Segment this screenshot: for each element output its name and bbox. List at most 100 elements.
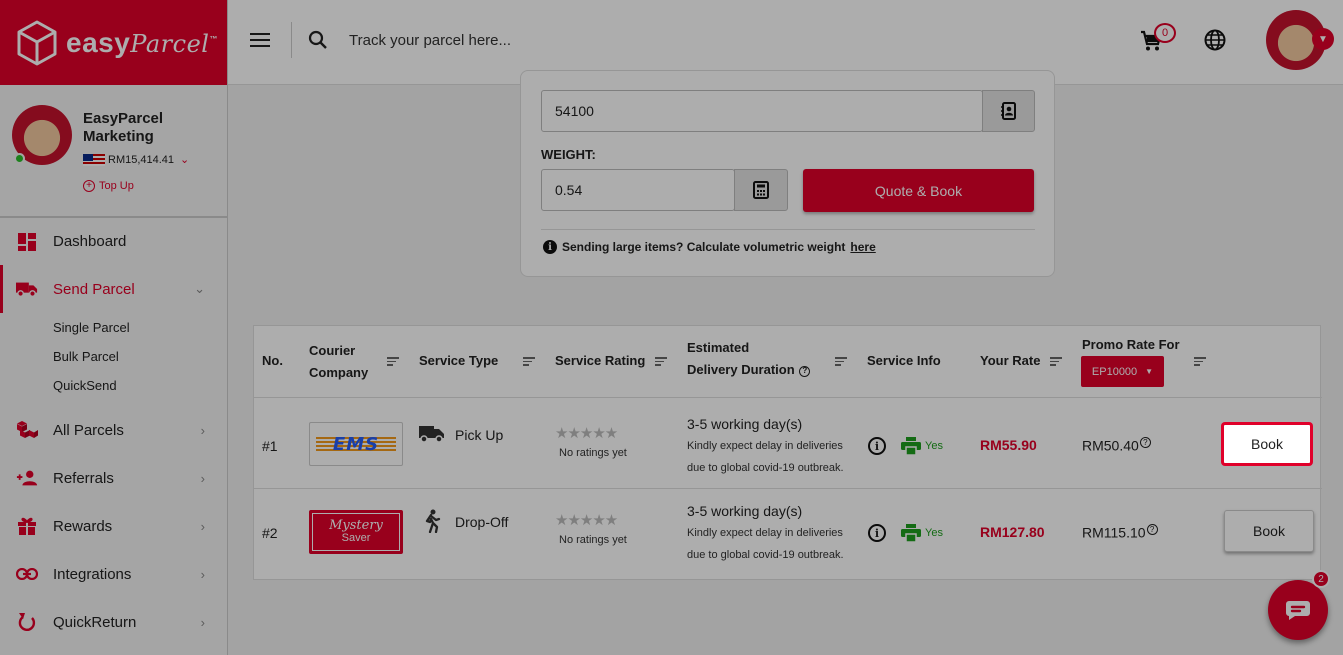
weight-input[interactable]: 0.54 (541, 169, 735, 211)
postcode-input[interactable]: 54100 (541, 90, 983, 132)
service-info-icon[interactable]: i (868, 524, 886, 542)
col-header-your-rate[interactable]: Your Rate (980, 350, 1040, 372)
delivery-duration: 3-5 working day(s) (687, 503, 803, 519)
delivery-note: Kindly expect delay in deliveries due to … (687, 435, 867, 479)
calculator-button[interactable] (734, 169, 788, 211)
delivery-note-line1: Kindly expect delay in deliveries (687, 440, 843, 452)
your-rate: RM55.90 (980, 437, 1037, 453)
track-parcel-input[interactable] (349, 32, 649, 49)
help-icon[interactable]: ? (1146, 524, 1158, 535)
row-number: #2 (262, 525, 278, 541)
sidebar-item-integrations[interactable]: Integrations › (0, 550, 227, 598)
printer-requirement: Yes (901, 437, 943, 455)
mystery-logo-line1: Mystery (329, 518, 383, 533)
sidebar-subitem-bulk-parcel[interactable]: Bulk Parcel (0, 342, 227, 371)
col-header-courier[interactable]: Courier Company (309, 340, 368, 384)
header-divider (291, 22, 292, 58)
sidebar-item-all-parcels[interactable]: All Parcels › (0, 406, 227, 454)
top-up-label: Top Up (99, 180, 134, 192)
globe-icon[interactable] (1204, 29, 1226, 51)
volumetric-note: i Sending large items? Calculate volumet… (543, 240, 876, 254)
promo-rate: RM50.40? (1082, 437, 1151, 454)
plus-circle-icon: + (83, 180, 95, 192)
delivery-duration: 3-5 working day(s) (687, 416, 803, 432)
sort-icon[interactable] (1194, 357, 1206, 366)
quote-and-book-button[interactable]: Quote & Book (803, 169, 1034, 212)
sort-icon[interactable] (655, 357, 667, 366)
caret-down-icon: ▼ (1145, 367, 1154, 376)
promo-rate-value: RM50.40 (1082, 437, 1139, 454)
col-header-service-rating[interactable]: Service Rating (555, 350, 645, 372)
ems-courier-logo: EMS (309, 422, 403, 466)
boxes-icon (16, 419, 38, 441)
service-info-icon[interactable]: i (868, 437, 886, 455)
delivery-note-line2: due to global covid-19 outbreak. (687, 549, 844, 561)
menu-icon[interactable] (250, 33, 270, 49)
address-book-button[interactable] (982, 90, 1035, 132)
info-icon: i (543, 240, 557, 254)
brand-logo[interactable]: easyParcel™ (0, 0, 227, 85)
promo-code-dropdown[interactable]: EP10000 ▼ (1081, 356, 1164, 387)
printer-yes-label: Yes (925, 527, 943, 539)
chat-button[interactable] (1268, 580, 1328, 640)
mystery-logo-line2: Saver (341, 532, 371, 544)
truck-icon (419, 426, 444, 443)
col-header-service-type[interactable]: Service Type (419, 350, 498, 372)
row-number: #1 (262, 438, 278, 454)
chevron-down-icon[interactable]: ▼ (1312, 28, 1334, 50)
chat-bubble-icon (1286, 601, 1310, 620)
book-button-row-1[interactable]: Book (1222, 423, 1312, 465)
sidebar-item-rewards[interactable]: Rewards › (0, 502, 227, 550)
delivery-note-line1: Kindly expect delay in deliveries (687, 527, 843, 539)
row-divider (254, 488, 1322, 489)
sidebar-item-label: Referrals (53, 469, 114, 487)
gift-icon (16, 515, 38, 537)
sort-icon[interactable] (1050, 357, 1062, 366)
help-icon[interactable]: ? (799, 365, 811, 377)
truck-icon (16, 278, 38, 300)
chevron-down-icon: ⌄ (194, 281, 205, 296)
volumetric-note-text: Sending large items? Calculate volumetri… (562, 240, 846, 254)
sort-icon[interactable] (835, 357, 847, 366)
col-header-promo-rate: Promo Rate For (1082, 337, 1180, 352)
chevron-down-icon: ⌄ (180, 154, 190, 166)
return-icon (16, 611, 38, 633)
sidebar-subitem-quicksend[interactable]: QuickSend (0, 371, 227, 400)
star-rating-icon: ★★★★★ (555, 425, 618, 442)
volumetric-calc-link[interactable]: here (850, 240, 875, 254)
online-status-icon (14, 153, 25, 164)
rating-text: No ratings yet (559, 534, 627, 546)
sidebar-item-quickreturn[interactable]: QuickReturn › (0, 598, 227, 646)
delivery-note-line2: due to global covid-19 outbreak. (687, 462, 844, 474)
wallet-balance[interactable]: RM15,414.41 ⌄ (83, 153, 189, 166)
sidebar-subitem-single-parcel[interactable]: Single Parcel (0, 313, 227, 342)
delivery-note: Kindly expect delay in deliveries due to … (687, 522, 867, 566)
sidebar-item-referrals[interactable]: Referrals › (0, 454, 227, 502)
printer-requirement: Yes (901, 524, 943, 542)
printer-yes-label: Yes (925, 440, 943, 452)
col-header-delivery-duration[interactable]: Estimated Delivery Duration ? (687, 337, 811, 381)
users-icon (16, 467, 38, 489)
sidebar-item-send-parcel[interactable]: Send Parcel ⌄ (0, 265, 227, 313)
book-button-row-2[interactable]: Book (1224, 510, 1314, 552)
balance-amount: RM15,414.41 (108, 153, 175, 166)
courier-rates-table: No. Courier Company Service Type Service … (253, 325, 1322, 580)
promo-code-value: EP10000 (1091, 365, 1138, 378)
sidebar: easyParcel™ EasyParcel Marketing RM15,41… (0, 0, 228, 655)
sort-icon[interactable] (523, 357, 535, 366)
walking-person-icon (425, 509, 441, 533)
printer-icon (901, 524, 921, 542)
profile-panel: EasyParcel Marketing RM15,414.41 ⌄ + Top… (0, 85, 227, 217)
cart-count-badge: 0 (1154, 23, 1176, 43)
sidebar-item-label: QuickReturn (53, 613, 137, 631)
sort-icon[interactable] (387, 357, 399, 366)
col-header-service-info: Service Info (867, 353, 941, 368)
card-divider (541, 229, 1035, 230)
help-icon[interactable]: ? (1139, 437, 1151, 448)
calculator-icon (753, 181, 769, 199)
mystery-saver-courier-logo: Mystery Saver (309, 510, 403, 554)
sidebar-item-dashboard[interactable]: Dashboard (0, 217, 227, 265)
chat-notification-badge: 2 (1312, 570, 1330, 588)
top-up-link[interactable]: + Top Up (83, 180, 134, 192)
chevron-right-icon: › (200, 566, 205, 582)
